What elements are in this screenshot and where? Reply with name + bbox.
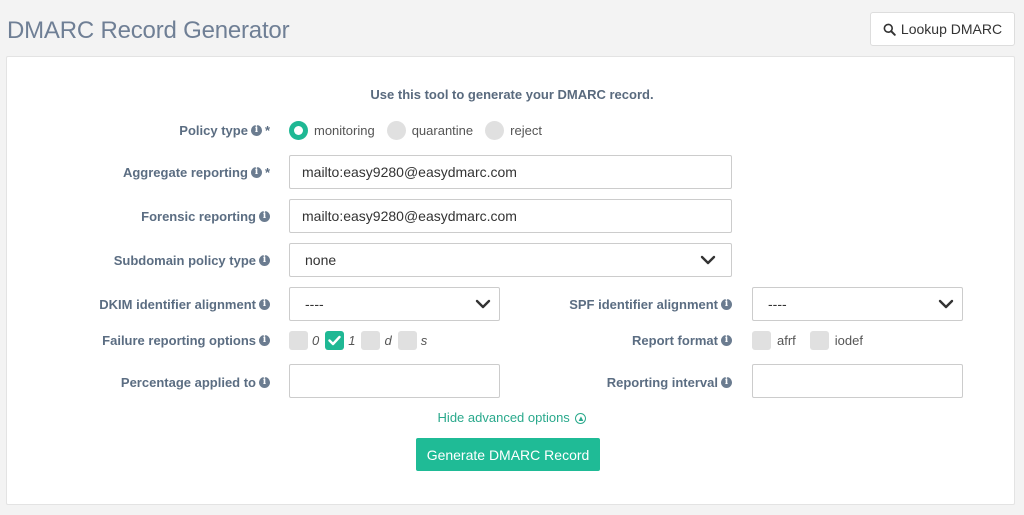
generate-dmarc-button[interactable]: Generate DMARC Record bbox=[416, 438, 600, 471]
reporting-interval-label: Reporting interval i bbox=[607, 375, 732, 390]
hide-advanced-options-text: Hide advanced options bbox=[437, 410, 570, 425]
dkim-alignment-value: ---- bbox=[305, 296, 324, 312]
radio-monitoring-label: monitoring bbox=[314, 123, 375, 138]
checkmark-icon bbox=[328, 335, 341, 346]
forensic-reporting-input[interactable]: mailto:easy9280@easydmarc.com bbox=[289, 199, 732, 233]
info-icon[interactable]: i bbox=[259, 335, 270, 346]
dkim-alignment-label: DKIM identifier alignment i bbox=[99, 297, 270, 312]
search-icon bbox=[883, 23, 896, 36]
info-icon[interactable]: i bbox=[259, 299, 270, 310]
forensic-reporting-label: Forensic reporting i bbox=[141, 209, 270, 224]
radio-quarantine[interactable] bbox=[386, 121, 406, 140]
info-icon[interactable]: i bbox=[721, 299, 732, 310]
policy-type-radio-group: monitoring quarantine reject bbox=[289, 121, 548, 140]
hide-advanced-options-link[interactable]: Hide advanced options ▲ bbox=[0, 410, 1024, 425]
info-icon[interactable]: i bbox=[721, 335, 732, 346]
page-title: DMARC Record Generator bbox=[7, 17, 290, 44]
policy-type-label: Policy type i * bbox=[179, 123, 270, 138]
info-icon[interactable]: i bbox=[259, 377, 270, 388]
percentage-label: Percentage applied to i bbox=[121, 375, 270, 390]
checkbox-iodef-label: iodef bbox=[834, 333, 863, 348]
percentage-input[interactable] bbox=[289, 364, 500, 398]
checkbox-afrf[interactable] bbox=[752, 331, 771, 350]
radio-monitoring[interactable] bbox=[289, 121, 308, 140]
info-icon[interactable]: i bbox=[250, 167, 262, 178]
subdomain-policy-label-text: Subdomain policy type bbox=[113, 253, 256, 268]
checkbox-fo-d[interactable] bbox=[361, 331, 381, 350]
chevron-down-icon bbox=[938, 299, 954, 309]
failure-reporting-label: Failure reporting options i bbox=[102, 333, 270, 348]
radio-reject-label: reject bbox=[510, 123, 542, 138]
spf-alignment-select[interactable]: ---- bbox=[752, 287, 963, 321]
radio-quarantine-label: quarantine bbox=[411, 123, 474, 138]
checkbox-fo-s[interactable] bbox=[397, 331, 417, 350]
reporting-interval-input[interactable] bbox=[752, 364, 963, 398]
intro-text: Use this tool to generate your DMARC rec… bbox=[370, 87, 654, 102]
info-icon[interactable]: i bbox=[259, 211, 270, 222]
required-marker: * bbox=[264, 123, 270, 138]
lookup-dmarc-button[interactable]: Lookup DMARC bbox=[870, 12, 1015, 46]
checkbox-iodef[interactable] bbox=[809, 331, 829, 350]
lookup-dmarc-label: Lookup DMARC bbox=[900, 21, 1003, 37]
failure-reporting-checkbox-group: 0 1 d s bbox=[289, 331, 429, 350]
chevron-down-icon bbox=[475, 299, 491, 309]
spf-alignment-label: SPF identifier alignment i bbox=[569, 297, 732, 312]
checkbox-fo-1[interactable] bbox=[325, 331, 345, 350]
radio-reject[interactable] bbox=[485, 121, 505, 140]
aggregate-reporting-label-text: Aggregate reporting bbox=[122, 165, 248, 180]
arrow-up-circle-icon: ▲ bbox=[575, 413, 587, 425]
checkbox-fo-0-label: 0 bbox=[312, 333, 320, 348]
spf-alignment-value: ---- bbox=[768, 296, 787, 312]
required-marker: * bbox=[264, 165, 270, 180]
subdomain-policy-select[interactable]: none bbox=[289, 243, 732, 277]
failure-reporting-label-text: Failure reporting options bbox=[102, 333, 256, 348]
policy-type-label-text: Policy type bbox=[179, 123, 248, 138]
info-icon[interactable]: i bbox=[259, 255, 270, 266]
checkbox-fo-d-label: d bbox=[384, 333, 392, 348]
subdomain-policy-value: none bbox=[305, 252, 337, 268]
checkbox-fo-s-label: s bbox=[420, 333, 428, 348]
chevron-down-icon bbox=[700, 255, 716, 265]
aggregate-reporting-input[interactable]: mailto:easy9280@easydmarc.com bbox=[289, 155, 732, 189]
dkim-alignment-select[interactable]: ---- bbox=[289, 287, 500, 321]
info-icon[interactable]: i bbox=[721, 377, 732, 388]
report-format-label-text: Report format bbox=[632, 333, 718, 348]
aggregate-reporting-label: Aggregate reporting i * bbox=[123, 165, 270, 180]
spf-alignment-label-text: SPF identifier alignment bbox=[569, 297, 718, 312]
checkbox-afrf-label: afrf bbox=[777, 333, 796, 348]
dkim-alignment-label-text: DKIM identifier alignment bbox=[99, 297, 256, 312]
percentage-label-text: Percentage applied to bbox=[120, 375, 256, 390]
report-format-label: Report format i bbox=[632, 333, 732, 348]
info-icon[interactable]: i bbox=[250, 125, 262, 136]
checkbox-fo-0[interactable] bbox=[289, 331, 308, 350]
forensic-reporting-label-text: Forensic reporting bbox=[141, 209, 256, 224]
reporting-interval-label-text: Reporting interval bbox=[606, 375, 718, 390]
report-format-checkbox-group: afrf iodef bbox=[752, 331, 865, 350]
checkbox-fo-1-label: 1 bbox=[348, 333, 356, 348]
subdomain-policy-label: Subdomain policy type i bbox=[114, 253, 270, 268]
